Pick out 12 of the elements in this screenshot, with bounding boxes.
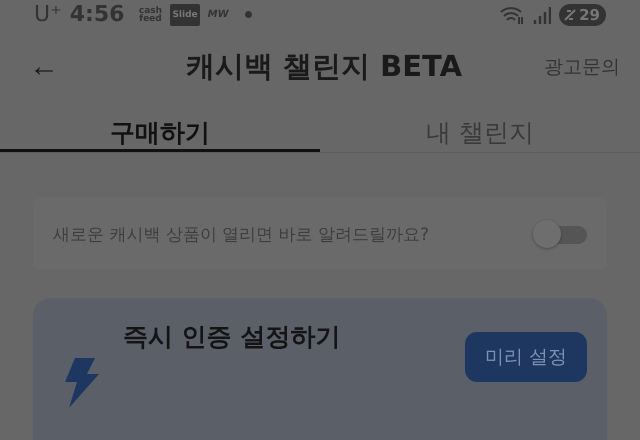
tab[interactable]: 구매하기 [0, 116, 320, 152]
notification-dot-icon [244, 11, 252, 18]
back-button[interactable]: ← [24, 50, 64, 84]
notification-switch[interactable] [533, 220, 587, 248]
promo-title: 즉시 인증 설정하기 [123, 321, 342, 353]
preset-button[interactable]: 미리 설정 [464, 332, 587, 382]
signal-icon [533, 4, 552, 25]
app-logo: Slide [170, 4, 200, 26]
wifi-icon [499, 4, 526, 25]
lightning-icon [65, 358, 99, 408]
battery-indicator: 29 [559, 4, 606, 26]
page-title: 캐시백 챌린지 BETA [184, 48, 464, 85]
